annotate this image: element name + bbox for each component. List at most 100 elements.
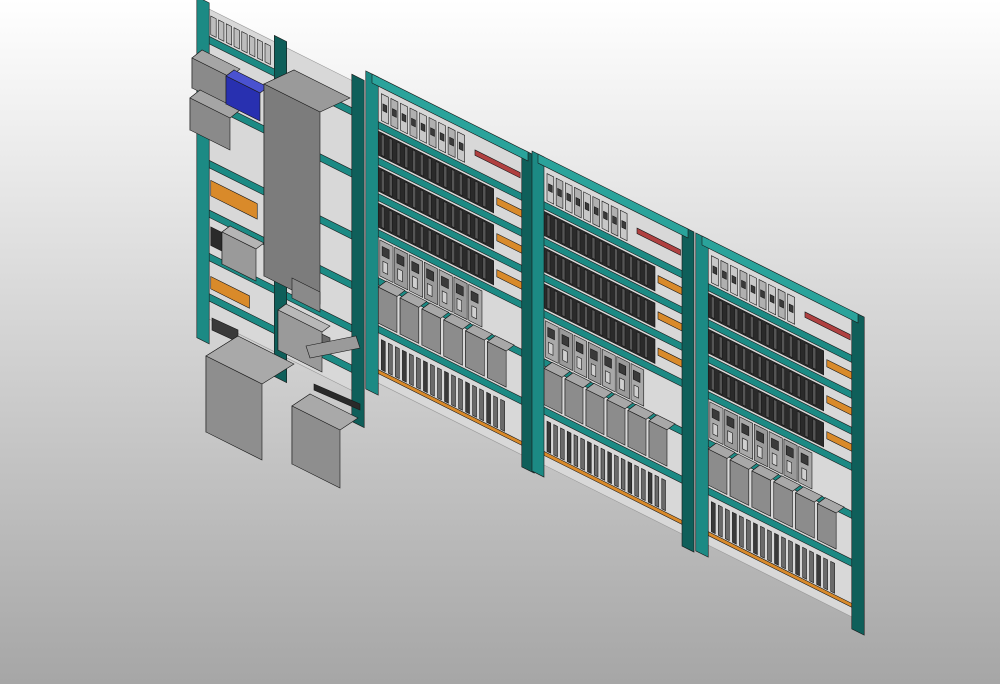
terminal-block xyxy=(427,229,432,253)
breaker-lever xyxy=(603,210,608,221)
terminal-block xyxy=(573,434,579,468)
terminal-block xyxy=(760,525,765,559)
motor-drive xyxy=(423,261,438,306)
terminal-block xyxy=(789,370,793,395)
terminal-block xyxy=(607,451,612,485)
terminal-block xyxy=(620,457,626,491)
terminal-block xyxy=(395,346,400,380)
breaker-lever xyxy=(584,201,590,212)
terminal-block xyxy=(482,220,487,244)
terminal-block xyxy=(711,331,715,356)
terminal-block xyxy=(732,511,737,545)
terminal-block xyxy=(381,169,385,194)
frame-post-left xyxy=(695,232,709,558)
terminal-block xyxy=(576,301,581,325)
terminal-block xyxy=(591,308,596,333)
terminal-block xyxy=(788,539,793,573)
terminal-block xyxy=(726,303,731,328)
terminal-block xyxy=(796,410,801,435)
terminal-block xyxy=(636,331,641,355)
terminal-block xyxy=(420,153,424,177)
breaker-lever xyxy=(548,183,553,193)
drive-terminal xyxy=(771,452,778,467)
drive-terminal xyxy=(633,384,639,399)
terminal-block xyxy=(781,330,785,355)
motor-drive xyxy=(573,334,588,379)
terminal-block xyxy=(427,157,432,181)
terminal-block xyxy=(474,180,479,205)
terminal-block xyxy=(781,366,785,391)
terminal-block xyxy=(437,367,442,401)
breaker-lever xyxy=(594,206,599,216)
terminal-block xyxy=(554,217,558,242)
terminal-block xyxy=(757,319,762,343)
terminal-block xyxy=(554,290,558,314)
terminal-block xyxy=(767,529,772,563)
breaker-lever xyxy=(621,220,626,230)
terminal-block xyxy=(644,335,648,359)
terminal-block xyxy=(576,228,581,253)
terminal-block xyxy=(802,546,807,580)
terminal-block xyxy=(381,133,385,158)
breaker-lever xyxy=(612,215,617,226)
terminal-block xyxy=(466,212,471,237)
terminal-block xyxy=(734,379,739,403)
drive-terminal xyxy=(412,275,418,290)
terminal-block xyxy=(381,205,385,230)
terminal-block xyxy=(554,253,558,278)
motor-drive xyxy=(559,327,573,372)
motor-drive xyxy=(798,445,813,490)
terminal-block xyxy=(734,307,739,331)
terminal-block xyxy=(466,248,471,273)
terminal-block xyxy=(435,196,440,221)
drive-terminal xyxy=(576,355,582,371)
terminal-block xyxy=(796,338,801,363)
terminal-block xyxy=(621,287,626,312)
terminal-block xyxy=(486,391,491,425)
terminal-block xyxy=(396,141,401,166)
terminal-block xyxy=(739,515,744,549)
terminal-block xyxy=(420,225,424,249)
motor-drive xyxy=(453,276,468,321)
terminal-block xyxy=(388,209,393,234)
motor-drive xyxy=(739,416,754,460)
motor-drive xyxy=(602,348,616,393)
terminal-block xyxy=(580,437,585,471)
3d-model-viewport[interactable] xyxy=(0,0,1000,684)
terminal-block xyxy=(587,440,592,475)
terminal-block xyxy=(606,316,611,340)
terminal-block xyxy=(412,185,416,209)
terminal-block xyxy=(718,299,723,324)
drive-terminal xyxy=(562,348,568,363)
terminal-block xyxy=(750,387,754,411)
drive-terminal xyxy=(742,437,748,452)
terminal-block xyxy=(409,353,414,387)
terminal-block xyxy=(412,221,416,245)
terminal-block xyxy=(823,557,828,591)
motor-drive xyxy=(768,431,783,475)
terminal-block xyxy=(614,283,618,308)
terminal-block xyxy=(614,247,618,272)
terminal-block xyxy=(459,208,463,233)
terminal-block xyxy=(500,398,505,432)
terminal-block xyxy=(546,420,552,454)
terminal-block xyxy=(560,427,565,461)
terminal-block xyxy=(599,312,603,337)
drive-terminal xyxy=(590,363,597,378)
breaker-lever xyxy=(557,187,562,198)
terminal-block xyxy=(388,137,393,162)
terminal-block xyxy=(546,250,551,274)
motor-drive xyxy=(409,254,424,298)
terminal-block xyxy=(443,164,448,189)
drive-terminal xyxy=(548,341,554,356)
drive-terminal xyxy=(757,445,763,460)
terminal-block xyxy=(661,478,666,512)
terminal-block xyxy=(435,160,440,185)
terminal-block xyxy=(451,204,455,229)
drive-terminal xyxy=(427,283,433,298)
drive-terminal xyxy=(801,467,807,482)
terminal-block xyxy=(750,351,754,375)
terminal-block xyxy=(474,216,479,241)
terminal-block xyxy=(561,293,566,318)
terminal-block xyxy=(812,418,817,442)
